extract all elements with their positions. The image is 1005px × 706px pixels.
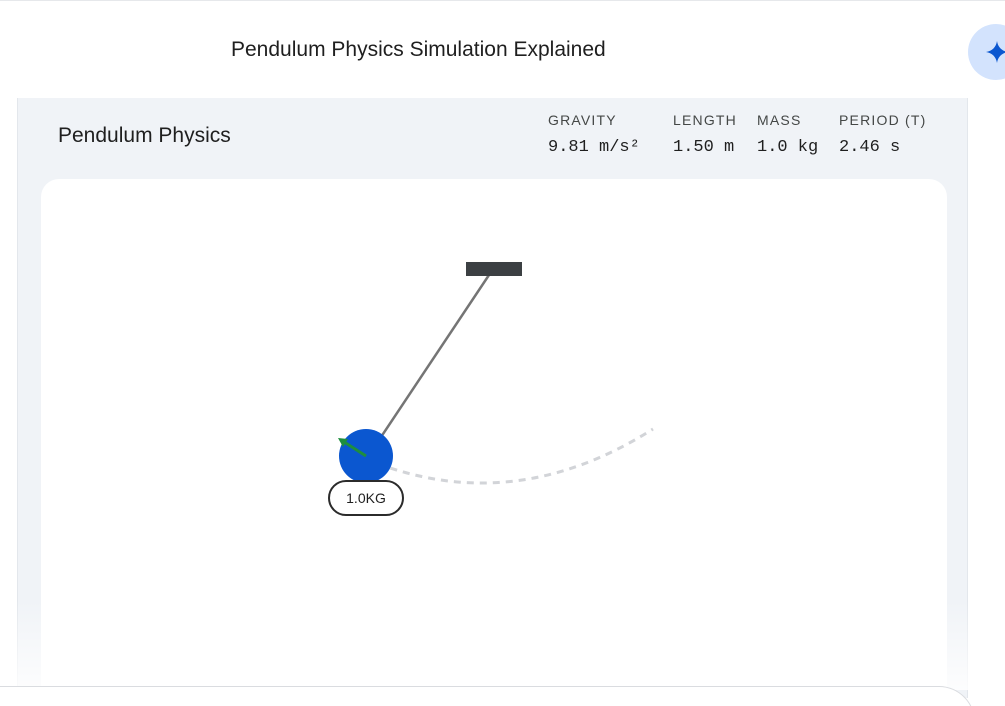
length-value: 1.50 m [673, 138, 735, 157]
conversation-title: Pendulum Physics Simulation Explained [231, 38, 606, 61]
assist-button[interactable] [968, 24, 1005, 80]
period-value: 2.46 s [839, 138, 901, 157]
gravity-stat: GRAVITY 9.81 m/s² [548, 112, 640, 157]
page: Pendulum Physics Simulation Explained Pe… [0, 0, 1005, 706]
pivot-mount [466, 262, 522, 276]
length-label: LENGTH [673, 112, 737, 128]
panel-title: Pendulum Physics [58, 124, 231, 147]
gravity-label: GRAVITY [548, 112, 617, 128]
bottom-fade [0, 600, 1005, 690]
mass-value: 1.0 kg [757, 138, 819, 157]
period-label: PERIOD (T) [839, 112, 927, 128]
pendulum-rod [379, 268, 495, 438]
top-divider [0, 0, 1005, 1]
mass-label: MASS [757, 112, 802, 128]
gravity-value: 9.81 m/s² [548, 138, 640, 157]
mass-stat: MASS 1.0 kg [757, 112, 818, 157]
prompt-input-bar[interactable] [0, 686, 975, 706]
sparkle-icon [986, 41, 1005, 63]
period-stat: PERIOD (T) 2.46 s [839, 112, 926, 157]
length-stat: LENGTH 1.50 m [673, 112, 737, 157]
bob-mass-label: 1.0KG [328, 480, 404, 516]
swing-arc [365, 427, 654, 485]
